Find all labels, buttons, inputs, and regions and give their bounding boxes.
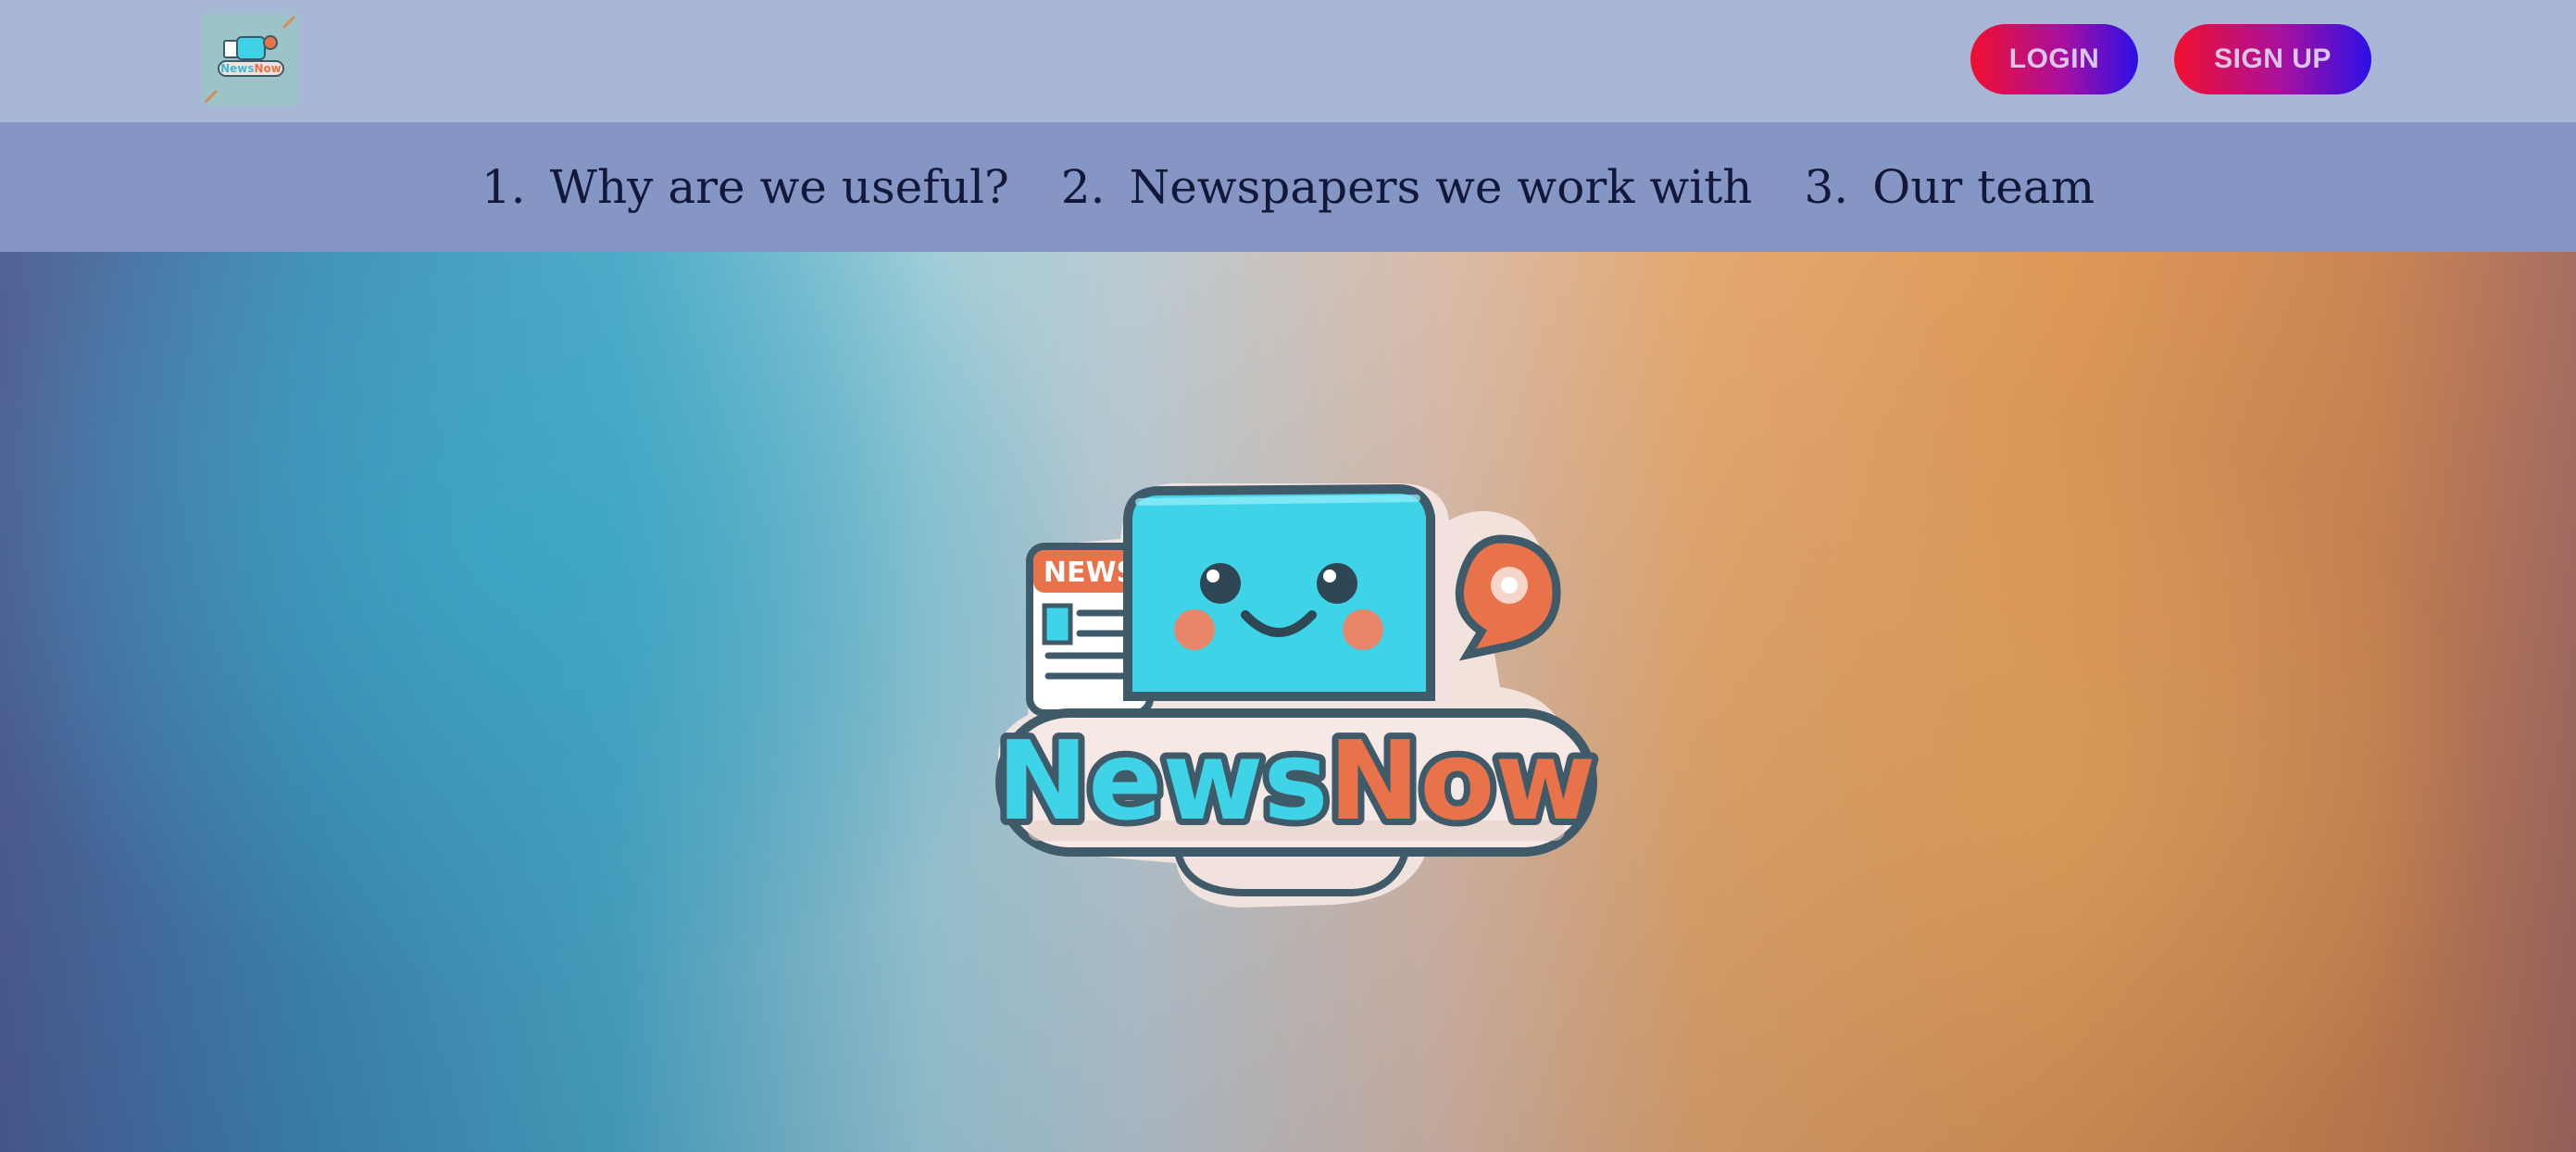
signup-button[interactable]: SIGN UP [2174, 24, 2371, 94]
section-nav-list: 1. Why are we useful? 2. Newspapers we w… [0, 122, 2576, 252]
nav-item-our-team[interactable]: 3. Our team [1805, 160, 2095, 214]
login-button[interactable]: LOGIN [1970, 24, 2138, 94]
nav-item-number: 2. [1060, 160, 1106, 214]
logo-wordmark: NewsNow [997, 717, 1596, 845]
svg-text:NewsNow: NewsNow [220, 62, 281, 75]
nav-item-label: Why are we useful? [549, 160, 1009, 214]
logo-word-now: Now [1329, 717, 1596, 845]
nav-item-newspapers[interactable]: 2. Newspapers we work with [1061, 160, 1753, 214]
top-header: NewsNow LOGIN SIGN UP [0, 0, 2576, 122]
nav-item-why-useful[interactable]: 1. Why are we useful? [481, 160, 1009, 214]
newsnow-logo-icon: NEWS NewsNow NewsNow [991, 483, 1602, 908]
nav-item-label: Our team [1872, 160, 2095, 214]
newsnow-small-logo-icon: NewsNow [202, 13, 298, 106]
hero-section: NEWS NewsNow NewsNow [0, 252, 2576, 1152]
site-logo[interactable]: NewsNow [202, 13, 298, 106]
section-nav: 1. Why are we useful? 2. Newspapers we w… [0, 122, 2576, 252]
nav-item-label: Newspapers we work with [1129, 160, 1753, 214]
logo-word-news: News [997, 717, 1329, 845]
logo-badge-text: NEWS [1044, 557, 1136, 589]
nav-item-number: 1. [481, 160, 526, 214]
nav-item-number: 3. [1804, 160, 1849, 214]
